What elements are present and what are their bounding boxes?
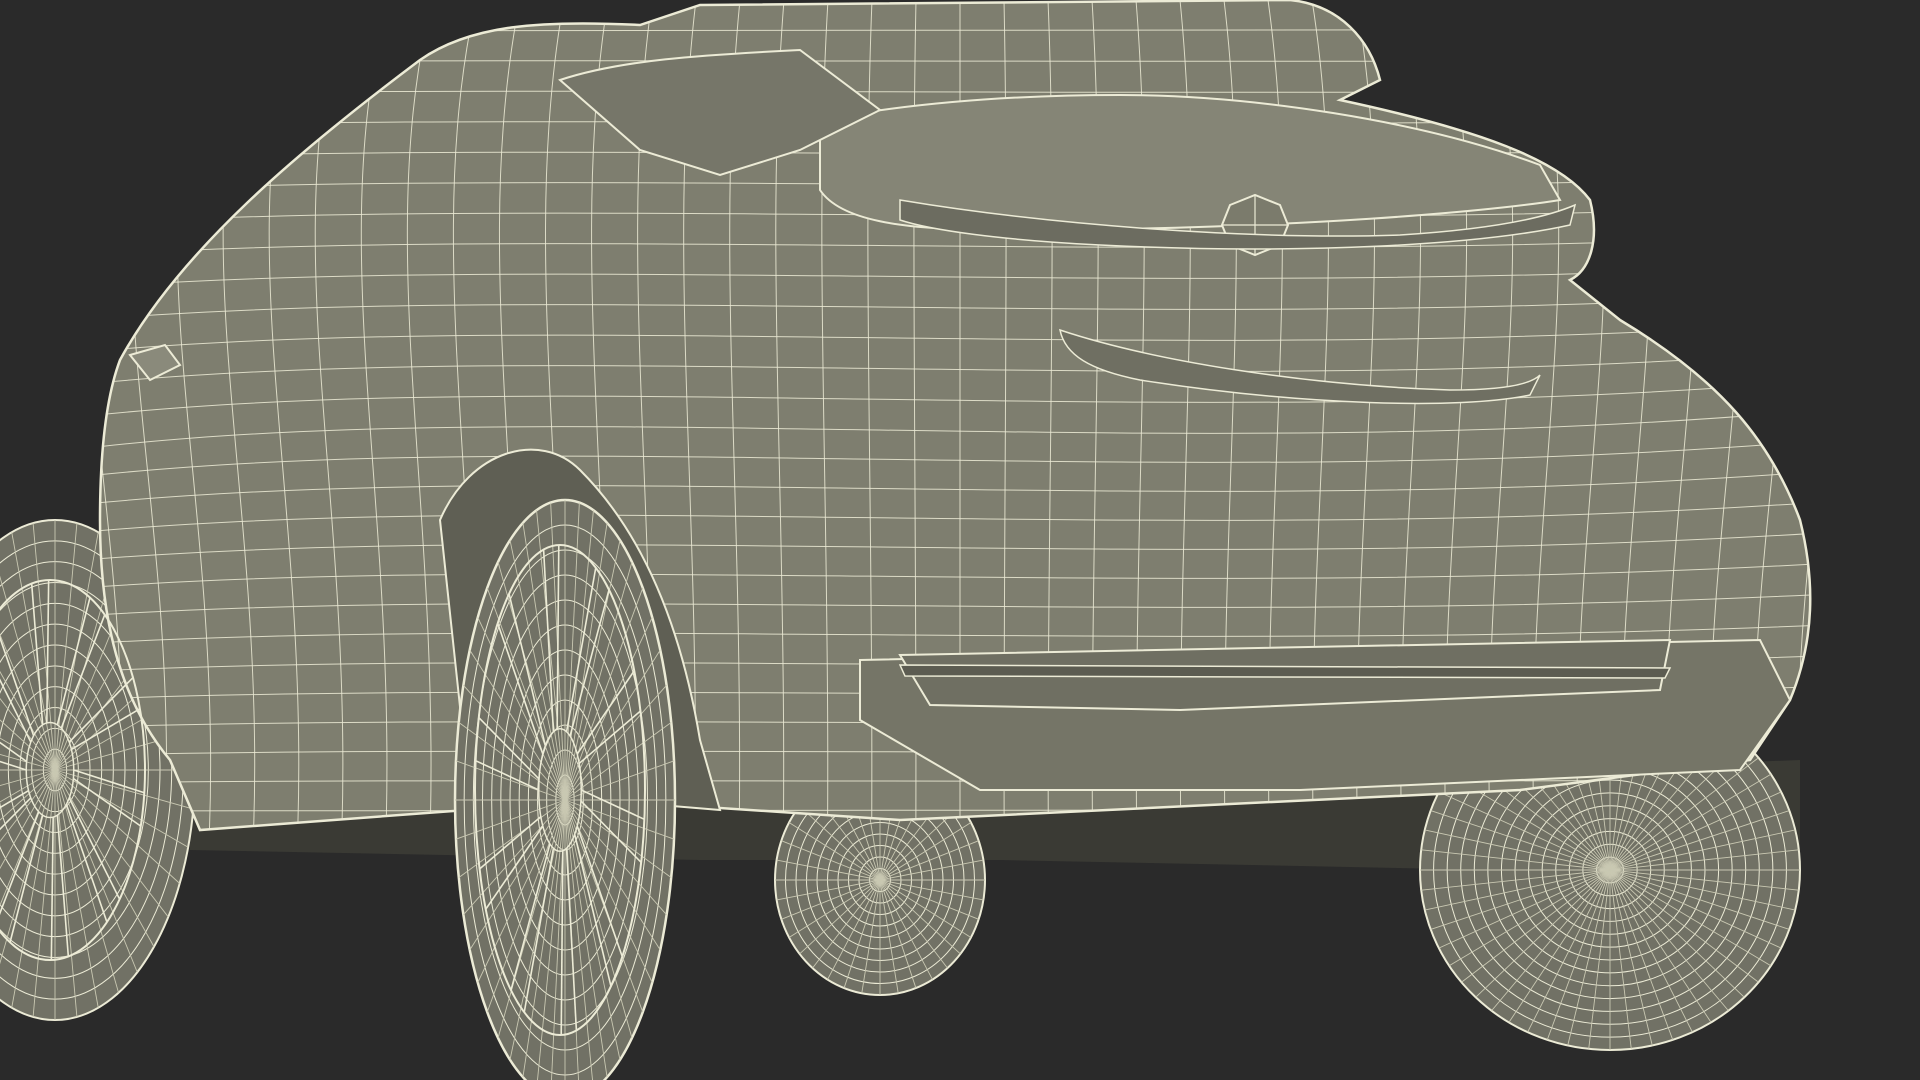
render-viewport <box>0 0 1920 1080</box>
left-rear-tire <box>453 498 677 1080</box>
rear-light-strip <box>898 664 1672 679</box>
car-wireframe-render <box>0 0 1920 1080</box>
